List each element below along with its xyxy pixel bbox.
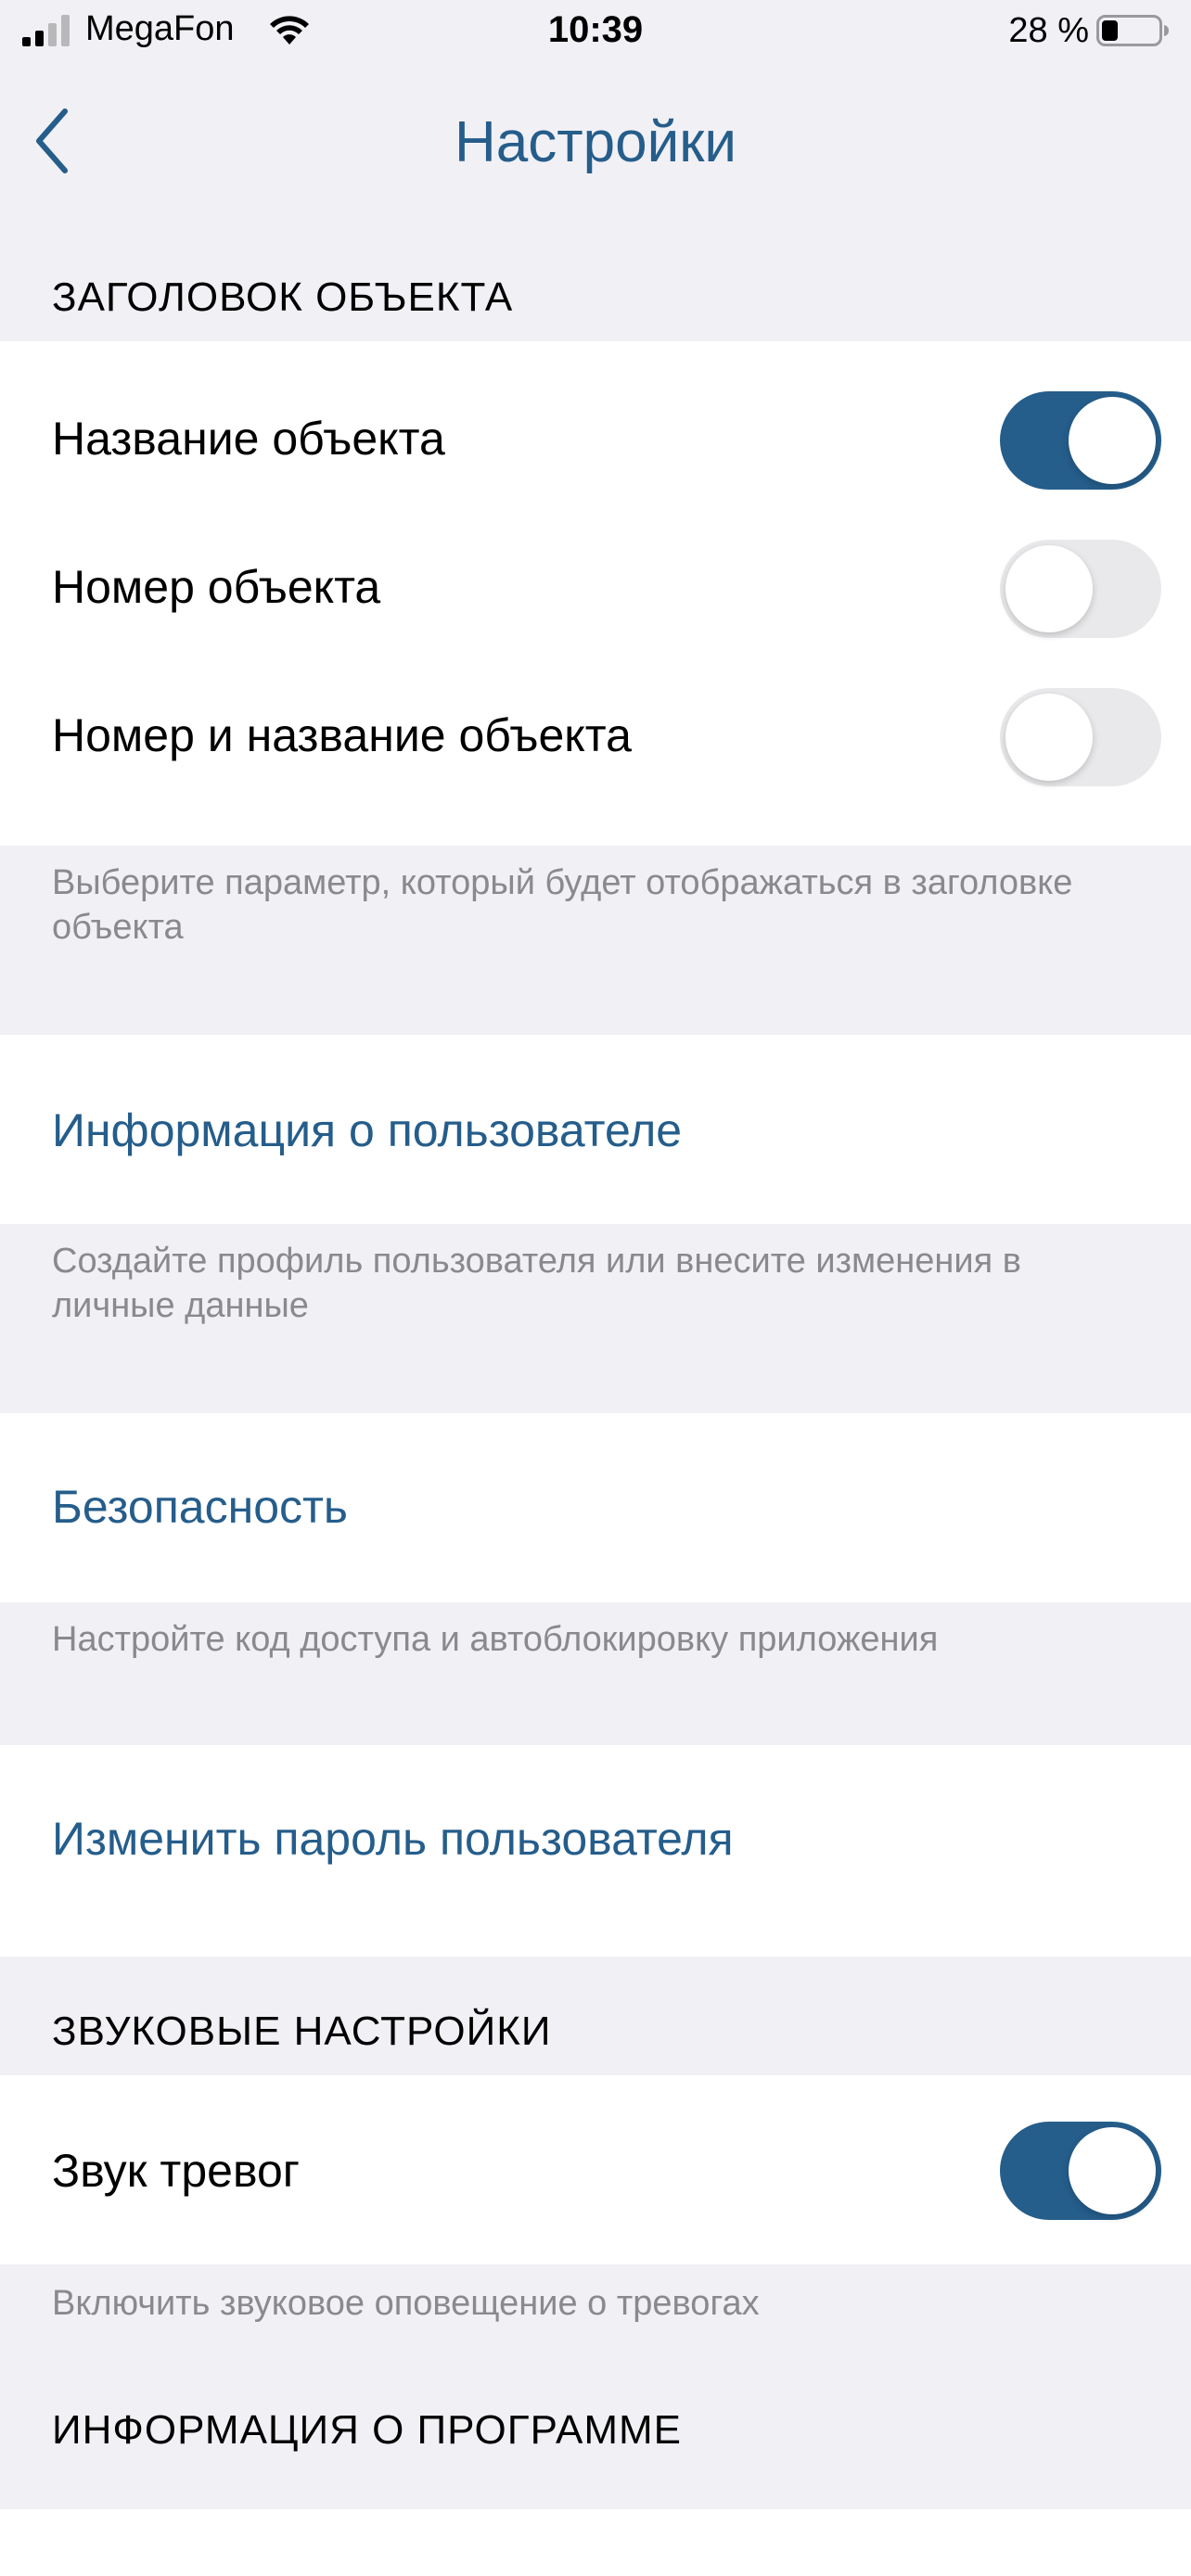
user-info-row[interactable]: Информация о пользователе [0,1035,1191,1224]
object-title-options-group: Название объекта Номер объекта Номер и н… [0,341,1191,846]
page-title: Настройки [454,110,736,174]
user-info-footer-note: Создайте профиль пользователя или внесит… [52,1242,1021,1325]
toggle-object-name[interactable] [1000,391,1161,490]
security-link[interactable]: Безопасность [52,1480,348,1534]
object-title-footer-note: Выберите параметр, который будет отображ… [52,863,1073,947]
option-label-object-name: Название объекта [52,413,445,465]
toggle-object-number-and-name[interactable] [1000,688,1161,786]
section-header-about: ИНФОРМАЦИЯ О ПРОГРАММЕ [52,2407,683,2453]
section-header-sound-settings: ЗВУКОВЫЕ НАСТРОЙКИ [52,2009,552,2054]
toggle-knob [1069,397,1156,484]
option-label-object-number: Номер объекта [52,561,381,613]
option-label-alarm-sound: Звук тревог [52,2145,300,2197]
toggle-object-number[interactable] [1000,540,1161,638]
sound-settings-group: Звук тревог [0,2075,1191,2264]
change-password-link[interactable]: Изменить пароль пользователя [52,1812,734,1866]
toggle-alarm-sound[interactable] [1000,2122,1161,2220]
about-group [0,2509,1191,2576]
toggle-knob [1005,545,1093,632]
battery-percentage: 28 % [1008,11,1089,50]
section-header-object-title: ЗАГОЛОВОК ОБЪЕКТА [52,274,514,320]
battery-icon [1096,15,1169,46]
status-bar: MegaFon 10:39 28 % [0,0,1191,65]
alarm-sound-footer-note: Включить звуковое оповещение о тревогах [52,2284,760,2323]
toggle-knob [1005,694,1093,781]
security-footer-note: Настройте код доступа и автоблокировку п… [52,1620,939,1659]
toggle-knob [1069,2127,1156,2214]
user-info-link[interactable]: Информация о пользователе [52,1103,682,1157]
security-row[interactable]: Безопасность [0,1413,1191,1602]
option-label-object-number-and-name: Номер и название объекта [52,709,632,761]
change-password-row[interactable]: Изменить пароль пользователя [0,1745,1191,1957]
